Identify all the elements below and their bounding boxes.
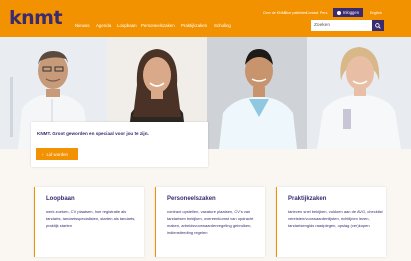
search-input[interactable]: Zoeken bbox=[311, 20, 372, 31]
hero-photo-3 bbox=[207, 37, 307, 149]
card-title: Loopbaan bbox=[46, 196, 75, 202]
intro-box: KNMT. Groot geworden en speciaal voor jo… bbox=[31, 122, 208, 167]
nav-personeelszaken[interactable]: Personeelszaken bbox=[141, 23, 175, 28]
card-body: werk zoeken, CV plaatsen, hoe registrati… bbox=[46, 209, 136, 228]
search-button[interactable] bbox=[372, 20, 384, 31]
arrow-right-icon: › bbox=[42, 151, 44, 157]
hero-photo-4 bbox=[307, 37, 411, 149]
intro-text: KNMT. Groot geworden en speciaal voor jo… bbox=[37, 131, 149, 136]
language-link[interactable]: English bbox=[370, 11, 382, 15]
knmt-logo[interactable]: knmt bbox=[9, 7, 63, 29]
card-body: contract opstellen, vacature plaatsen, C… bbox=[167, 209, 254, 235]
nav-agenda[interactable]: Agenda bbox=[96, 23, 111, 28]
util-link-patienten[interactable]: Voor patiënten bbox=[284, 11, 307, 15]
card-personeelszaken[interactable]: Personeelszaken contract opstellen, vaca… bbox=[155, 187, 265, 257]
nav-scholing[interactable]: Scholing bbox=[214, 23, 231, 28]
nav-nieuws[interactable]: Nieuws bbox=[75, 23, 89, 28]
card-title: Personeelszaken bbox=[167, 196, 216, 202]
card-praktijkzaken[interactable]: Praktijkzaken tarieven snel bekijken, vo… bbox=[276, 187, 386, 257]
nav-praktijkzaken[interactable]: Praktijkzaken bbox=[181, 23, 207, 28]
cta-label: Lid worden bbox=[46, 151, 68, 157]
user-icon bbox=[336, 10, 341, 15]
card-title: Praktijkzaken bbox=[288, 196, 327, 202]
card-body: tarieven snel bekijken, voldoen aan de A… bbox=[288, 209, 383, 228]
util-link-pers[interactable]: Pers bbox=[320, 11, 327, 15]
become-member-button[interactable]: › Lid worden bbox=[36, 148, 78, 160]
login-label: Inloggen bbox=[342, 10, 360, 15]
card-loopbaan[interactable]: Loopbaan werk zoeken, CV plaatsen, hoe r… bbox=[34, 187, 144, 257]
nav-loopbaan[interactable]: Loopbaan bbox=[117, 23, 137, 28]
search-icon bbox=[375, 22, 381, 29]
util-link-contact[interactable]: Contact bbox=[306, 11, 318, 15]
login-button[interactable]: Inloggen bbox=[333, 8, 363, 17]
